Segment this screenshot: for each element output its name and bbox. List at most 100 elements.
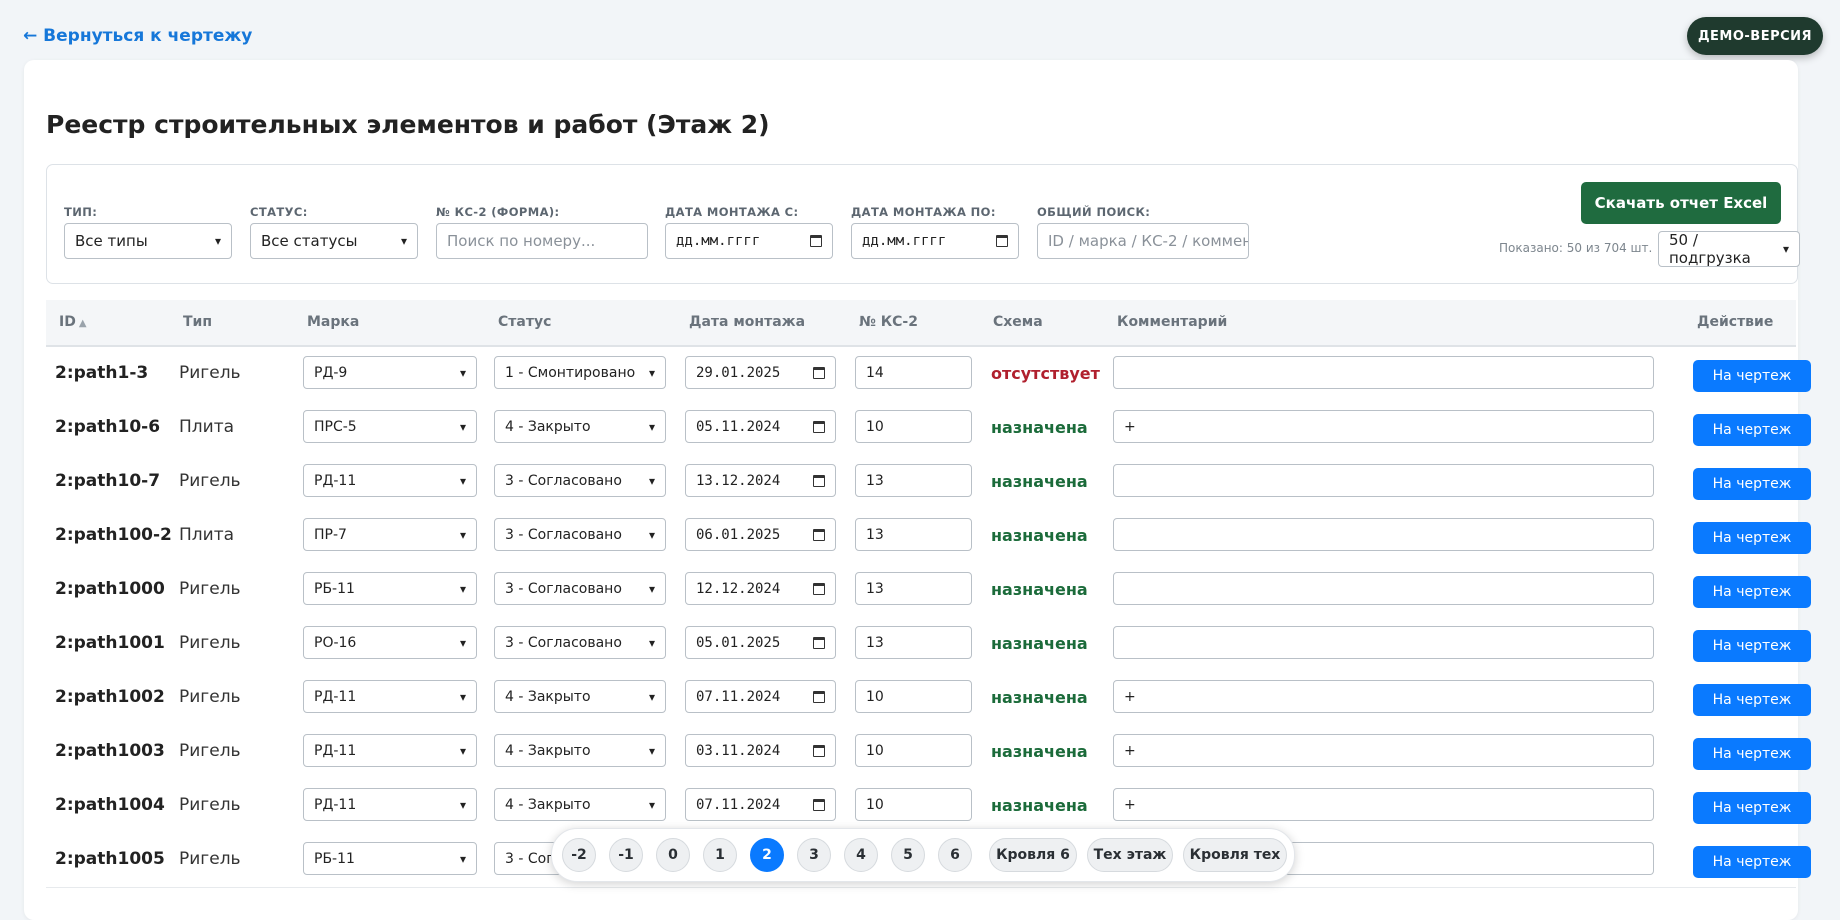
date-input[interactable]: 12.12.2024 — [685, 572, 836, 605]
column-header-action: Действие — [1697, 314, 1774, 330]
calendar-icon[interactable] — [996, 235, 1008, 247]
status-select[interactable]: 3 - Согласовано ▾ — [494, 464, 666, 497]
sort-ascending-icon: ▲ — [78, 318, 87, 329]
date-to-group: ДАТА МОНТАЖА ПО: дд.мм.гггг — [851, 205, 1019, 259]
mark-select[interactable]: ПР-7 ▾ — [303, 518, 477, 551]
comment-input[interactable] — [1113, 356, 1654, 389]
search-input[interactable]: ID / марка / КС-2 / коммента — [1037, 223, 1249, 259]
go-to-drawing-button[interactable]: На чертеж — [1693, 414, 1811, 446]
calendar-icon[interactable] — [813, 690, 825, 703]
go-to-drawing-button[interactable]: На чертеж — [1693, 360, 1811, 392]
go-to-drawing-button[interactable]: На чертеж — [1693, 468, 1811, 500]
ks2-input[interactable]: 13 — [855, 572, 972, 605]
calendar-icon[interactable] — [813, 366, 825, 379]
calendar-icon[interactable] — [813, 528, 825, 541]
comment-input[interactable] — [1113, 464, 1654, 497]
ks2-input[interactable]: 13 — [855, 518, 972, 551]
comment-input[interactable]: + — [1113, 734, 1654, 767]
mark-select[interactable]: РБ-11 ▾ — [303, 842, 477, 875]
comment-input[interactable]: + — [1113, 680, 1654, 713]
status-select[interactable]: 3 - Согласовано ▾ — [494, 518, 666, 551]
column-header-type: Тип — [183, 314, 213, 330]
floor-button-1[interactable]: 1 — [703, 838, 737, 872]
date-input[interactable]: 29.01.2025 — [685, 356, 836, 389]
date-input[interactable]: 05.11.2024 — [685, 410, 836, 443]
floor-button-3[interactable]: 3 — [797, 838, 831, 872]
calendar-icon[interactable] — [813, 582, 825, 595]
ks2-input[interactable]: 13 — [855, 626, 972, 659]
go-to-drawing-button[interactable]: На чертеж — [1693, 576, 1811, 608]
ks2-filter-input[interactable]: Поиск по номеру... — [436, 223, 648, 259]
chevron-down-icon: ▾ — [459, 851, 466, 866]
date-from-input[interactable]: дд.мм.гггг — [665, 223, 833, 259]
mark-select[interactable]: РД-11 ▾ — [303, 734, 477, 767]
calendar-icon[interactable] — [810, 235, 822, 247]
ks2-value: 13 — [866, 580, 884, 597]
status-select[interactable]: 1 - Смонтировано ▾ — [494, 356, 666, 389]
mark-select[interactable]: РО-16 ▾ — [303, 626, 477, 659]
floor-button-tech-floor[interactable]: Тех этаж — [1087, 838, 1173, 872]
go-to-drawing-button[interactable]: На чертеж — [1693, 792, 1811, 824]
mark-value: РД-11 — [314, 796, 357, 813]
status-select[interactable]: 4 - Закрыто ▾ — [494, 734, 666, 767]
floor-button-6[interactable]: 6 — [938, 838, 972, 872]
ks2-filter-group: № КС-2 (ФОРМА): Поиск по номеру... — [436, 205, 648, 259]
comment-input[interactable] — [1113, 572, 1654, 605]
comment-input[interactable] — [1113, 518, 1654, 551]
floor-button-minus-2[interactable]: -2 — [562, 838, 596, 872]
date-input[interactable]: 06.01.2025 — [685, 518, 836, 551]
floor-button-0[interactable]: 0 — [656, 838, 690, 872]
status-select[interactable]: 4 - Закрыто ▾ — [494, 788, 666, 821]
date-input[interactable]: 07.11.2024 — [685, 788, 836, 821]
floor-button-4[interactable]: 4 — [844, 838, 878, 872]
calendar-icon[interactable] — [813, 474, 825, 487]
status-select[interactable]: 4 - Закрыто ▾ — [494, 680, 666, 713]
floor-button-tech-roof[interactable]: Кровля тех — [1183, 838, 1287, 872]
go-to-drawing-button[interactable]: На чертеж — [1693, 684, 1811, 716]
ks2-input[interactable]: 10 — [855, 788, 972, 821]
comment-input[interactable]: + — [1113, 410, 1654, 443]
type-filter-select[interactable]: Все типы ▾ — [64, 223, 232, 259]
floor-button-2-active[interactable]: 2 — [750, 838, 784, 872]
comment-input[interactable] — [1113, 626, 1654, 659]
go-to-drawing-button[interactable]: На чертеж — [1693, 522, 1811, 554]
date-input[interactable]: 07.11.2024 — [685, 680, 836, 713]
scheme-status: назначена — [991, 634, 1088, 653]
go-to-drawing-button[interactable]: На чертеж — [1693, 846, 1811, 878]
mark-select[interactable]: РБ-11 ▾ — [303, 572, 477, 605]
page-size-select[interactable]: 50 / подгрузка ▾ — [1658, 231, 1800, 267]
ks2-input[interactable]: 10 — [855, 680, 972, 713]
mark-select[interactable]: РД-11 ▾ — [303, 788, 477, 821]
status-filter-select[interactable]: Все статусы ▾ — [250, 223, 418, 259]
status-select[interactable]: 4 - Закрыто ▾ — [494, 410, 666, 443]
go-to-drawing-button[interactable]: На чертеж — [1693, 630, 1811, 662]
mark-select[interactable]: РД-11 ▾ — [303, 464, 477, 497]
floor-button-minus-1[interactable]: -1 — [609, 838, 643, 872]
table-row: 2:path1-3 Ригель РД-9 ▾ 1 - Смонтировано ▾… — [46, 347, 1811, 402]
floor-button-5[interactable]: 5 — [891, 838, 925, 872]
status-select[interactable]: 3 - Согласовано ▾ — [494, 572, 666, 605]
mark-select[interactable]: РД-9 ▾ — [303, 356, 477, 389]
ks2-input[interactable]: 10 — [855, 734, 972, 767]
ks2-input[interactable]: 10 — [855, 410, 972, 443]
go-to-drawing-button[interactable]: На чертеж — [1693, 738, 1811, 770]
download-excel-button[interactable]: Скачать отчет Excel — [1581, 182, 1781, 224]
calendar-icon[interactable] — [813, 636, 825, 649]
date-input[interactable]: 05.01.2025 — [685, 626, 836, 659]
calendar-icon[interactable] — [813, 420, 825, 433]
mark-select[interactable]: РД-11 ▾ — [303, 680, 477, 713]
calendar-icon[interactable] — [813, 798, 825, 811]
mark-select[interactable]: ПРС-5 ▾ — [303, 410, 477, 443]
chevron-down-icon: ▾ — [648, 689, 655, 704]
ks2-input[interactable]: 13 — [855, 464, 972, 497]
calendar-icon[interactable] — [813, 744, 825, 757]
date-to-input[interactable]: дд.мм.гггг — [851, 223, 1019, 259]
date-input[interactable]: 13.12.2024 — [685, 464, 836, 497]
status-select[interactable]: 3 - Согласовано ▾ — [494, 626, 666, 659]
ks2-input[interactable]: 14 — [855, 356, 972, 389]
comment-input[interactable]: + — [1113, 788, 1654, 821]
floor-button-roof-6[interactable]: Кровля 6 — [989, 838, 1077, 872]
back-to-drawing-link[interactable]: ← Вернуться к чертежу — [23, 26, 252, 46]
date-input[interactable]: 03.11.2024 — [685, 734, 836, 767]
column-header-id[interactable]: ID ▲ — [59, 314, 87, 330]
